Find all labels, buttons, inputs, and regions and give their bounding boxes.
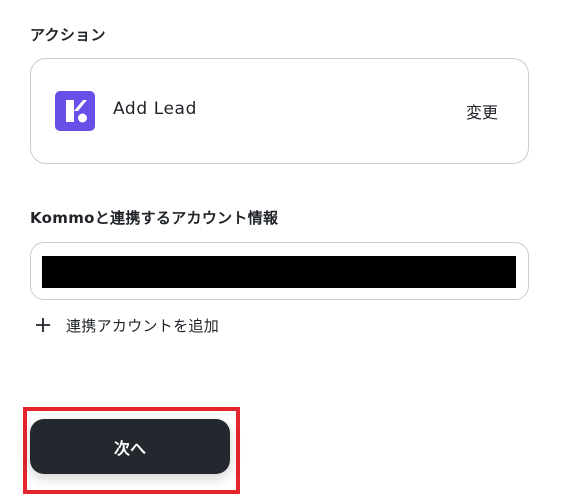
action-card: Add Lead 変更 (30, 58, 529, 164)
next-button[interactable]: 次へ (30, 419, 230, 474)
add-account-link[interactable]: 連携アカウントを追加 (34, 314, 219, 336)
action-name: Add Lead (113, 99, 197, 119)
kommo-logo-icon (55, 91, 95, 131)
account-select-field[interactable] (30, 242, 529, 300)
add-account-label: 連携アカウントを追加 (66, 316, 220, 335)
action-section-label: アクション (30, 26, 106, 44)
account-section-label: Kommoと連携するアカウント情報 (30, 209, 279, 227)
plus-icon (36, 318, 50, 332)
change-action-link[interactable]: 変更 (466, 99, 498, 123)
redacted-account-value (42, 256, 516, 288)
